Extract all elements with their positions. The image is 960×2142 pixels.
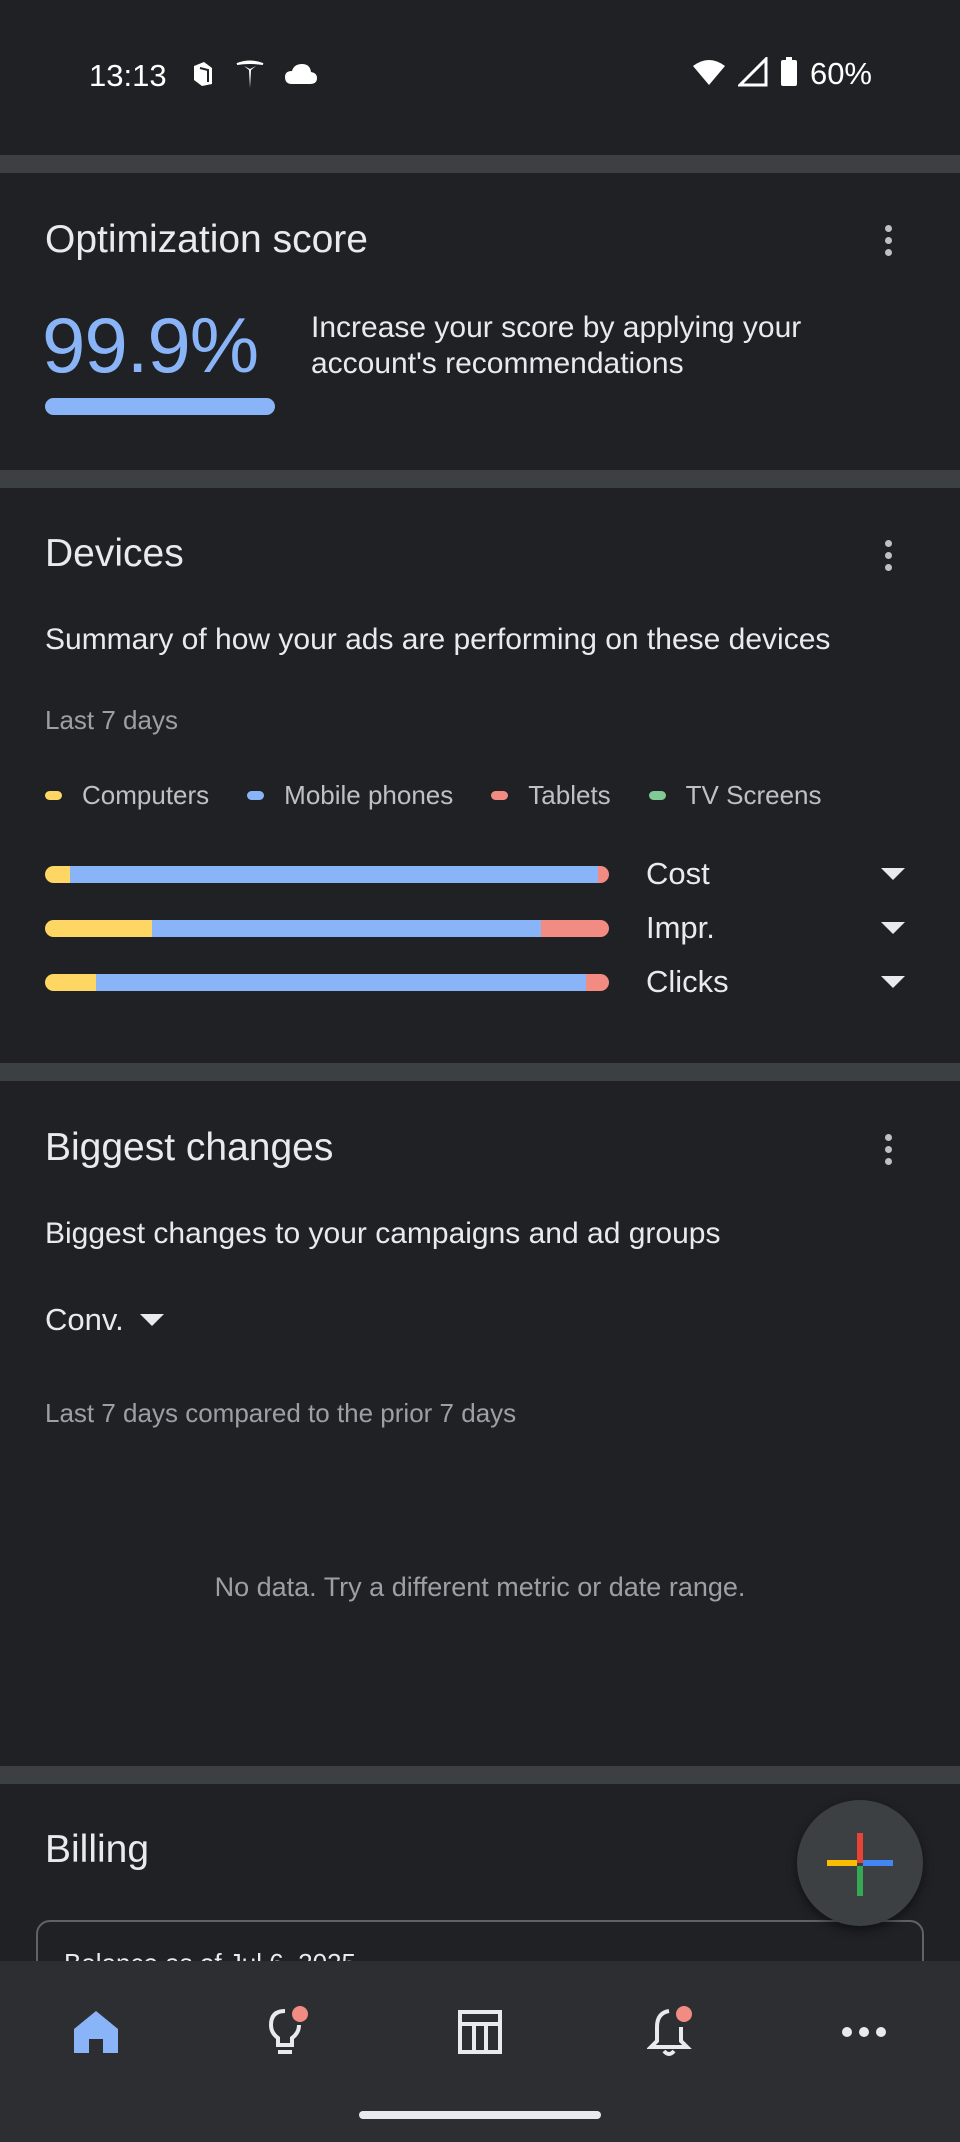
status-notification-icons [190, 58, 318, 95]
legend-dot [648, 791, 666, 800]
battery-percent: 60% [809, 56, 872, 91]
legend-label: TV Screens [685, 780, 822, 810]
legend-label: Computers [82, 780, 210, 810]
wifi-icon [692, 58, 726, 91]
biggest-changes-subtitle: Biggest changes to your campaigns and ad… [45, 1217, 721, 1250]
legend-item-tablets: Tablets [491, 780, 611, 811]
status-bar: 13:13 60% [0, 0, 960, 155]
nav-home[interactable] [63, 1999, 129, 2065]
legend-dot [247, 791, 265, 800]
bar-segment-mobile-phones [70, 865, 598, 883]
legend-label: Mobile phones [284, 780, 454, 810]
legend-item-computers: Computers [45, 780, 209, 811]
notification-badge [676, 2006, 692, 2022]
notification-badge [292, 2006, 308, 2022]
bar-segment-tablets [541, 919, 609, 937]
plus-icon [827, 1833, 893, 1896]
metric-select[interactable]: Conv. [45, 1302, 164, 1338]
metric-label: Cost [646, 856, 710, 891]
section-divider [0, 155, 960, 173]
metric-row-cost[interactable]: Cost [45, 854, 915, 894]
section-divider [0, 1766, 960, 1784]
nav-more[interactable] [831, 1999, 897, 2065]
bar-segment-computers [45, 865, 71, 883]
home-icon [74, 2011, 118, 2053]
gesture-handle[interactable] [359, 2111, 601, 2119]
nav-campaigns[interactable] [447, 1999, 513, 2065]
biggest-changes-title: Biggest changes [45, 1126, 334, 1169]
dropdown-caret-icon[interactable] [881, 868, 905, 880]
devices-subtitle: Summary of how your ads are performing o… [45, 623, 831, 656]
status-time: 13:13 [89, 58, 167, 93]
metric-row-impr[interactable]: Impr. [45, 908, 915, 948]
legend-dot [491, 791, 509, 800]
metric-select-label: Conv. [45, 1302, 124, 1337]
chevron-down-icon [139, 1314, 164, 1326]
metric-label: Impr. [646, 910, 715, 945]
section-divider [0, 470, 960, 488]
stacked-bar [45, 865, 609, 883]
metric-row-clicks[interactable]: Clicks [45, 962, 915, 1002]
billing-title: Billing [45, 1828, 150, 1871]
more-icon [842, 2027, 886, 2037]
metric-label: Clicks [646, 964, 729, 999]
legend-dot [45, 791, 62, 800]
lightbulb-icon [268, 2006, 308, 2054]
optimization-menu-button[interactable] [868, 220, 908, 260]
legend-item-tv-screens: TV Screens [648, 780, 822, 811]
nav-notifications[interactable] [639, 1999, 705, 2065]
bell-icon [647, 2006, 692, 2056]
optimization-score-value: 99.9% [42, 301, 259, 389]
legend-label: Tablets [528, 780, 611, 810]
empty-state-message: No data. Try a different metric or date … [214, 1572, 746, 1602]
bar-segment-mobile-phones [152, 919, 542, 937]
more-vert-icon [884, 1133, 892, 1141]
dropdown-caret-icon[interactable] [881, 976, 905, 988]
biggest-changes-period: Last 7 days compared to the prior 7 days [45, 1398, 517, 1428]
bar-segment-computers [45, 973, 96, 991]
nav-recommendations[interactable] [255, 1999, 321, 2065]
notification-icon [190, 60, 216, 93]
battery-icon [780, 56, 798, 92]
tesla-icon [234, 58, 266, 95]
devices-legend: Computers Mobile phones Tablets TV Scree… [45, 780, 860, 811]
biggest-changes-menu-button[interactable] [868, 1129, 908, 1169]
app-screen: 13:13 60% Optimization score 99.9% Incre… [0, 0, 960, 2142]
bar-segment-tablets [586, 973, 609, 991]
legend-item-mobile-phones: Mobile phones [247, 780, 453, 811]
bar-segment-tablets [597, 865, 609, 883]
devices-title: Devices [45, 532, 184, 575]
create-fab-button[interactable] [797, 1800, 923, 1926]
dropdown-caret-icon[interactable] [881, 922, 905, 934]
stacked-bar [45, 973, 609, 991]
status-right: 60% [692, 54, 872, 92]
bottom-navigation [0, 1961, 960, 2142]
signal-icon [736, 54, 768, 92]
optimization-title: Optimization score [45, 218, 368, 261]
stacked-bar [45, 919, 609, 937]
section-divider [0, 1063, 960, 1081]
bar-segment-computers [45, 919, 153, 937]
optimization-score-bar [45, 398, 275, 415]
more-vert-icon [884, 224, 892, 232]
optimization-description: Increase your score by applying your acc… [311, 311, 802, 380]
devices-period: Last 7 days [45, 705, 178, 735]
cloud-icon [284, 62, 318, 91]
table-icon [458, 2010, 502, 2054]
more-vert-icon [884, 539, 892, 547]
bar-segment-mobile-phones [95, 973, 587, 991]
devices-menu-button[interactable] [868, 535, 908, 575]
